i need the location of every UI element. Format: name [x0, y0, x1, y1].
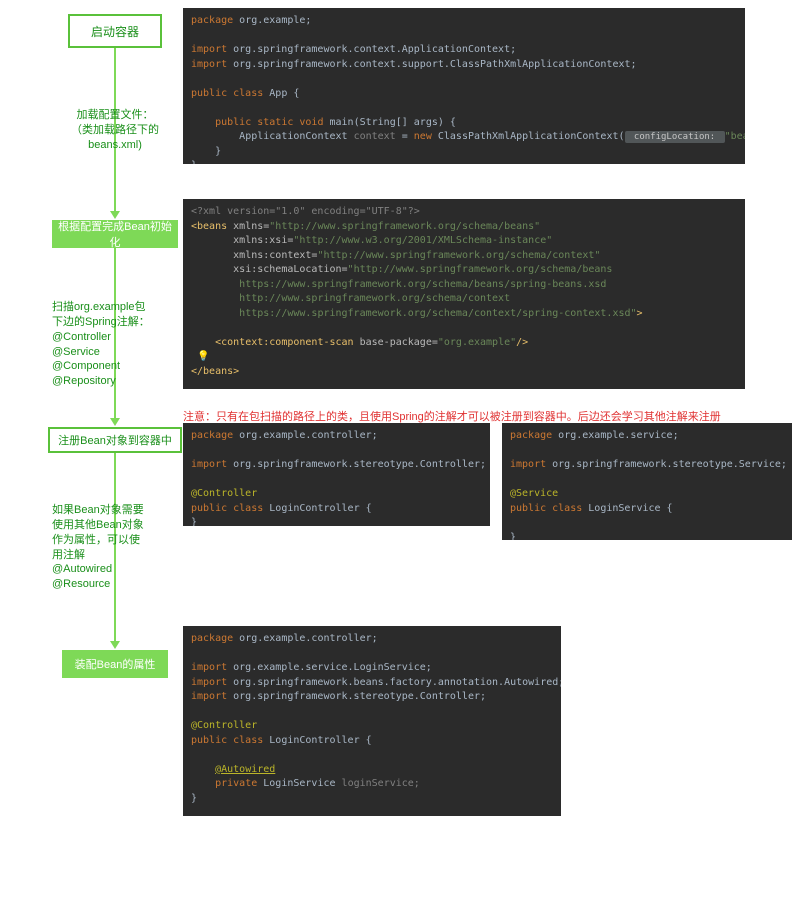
flow-step-1: 启动容器	[68, 14, 162, 48]
flow-step-2: 根据配置完成Bean初始化	[52, 220, 178, 248]
flow-step-3: 注册Bean对象到容器中	[48, 427, 182, 453]
note-autowired: 如果Bean对象需要 使用其他Bean对象 作为属性，可以使 用注解 @Auto…	[52, 503, 172, 592]
code-login-controller-autowired: package org.example.controller; import o…	[183, 626, 561, 816]
code-beans-xml: <?xml version="1.0" encoding="UTF-8"?> <…	[183, 199, 745, 389]
warning-text: 注意：只有在包扫描的路径上的类，且使用Spring的注解才可以被注册到容器中。后…	[183, 408, 721, 424]
lightbulb-icon: 💡	[197, 351, 209, 362]
note-scan-annotations: 扫描org.example包 下边的Spring注解： @Controller …	[52, 300, 182, 389]
code-app-java: package org.example; import org.springfr…	[183, 8, 745, 164]
flow-step-4: 装配Bean的属性	[62, 650, 168, 678]
note-load-config: 加载配置文件： （类加载路径下的 beans.xml)	[50, 108, 180, 153]
code-login-controller: package org.example.controller; import o…	[183, 423, 490, 526]
diagram-root: 启动容器 加载配置文件： （类加载路径下的 beans.xml) 根据配置完成B…	[0, 0, 800, 904]
code-login-service: package org.example.service; import org.…	[502, 423, 792, 540]
